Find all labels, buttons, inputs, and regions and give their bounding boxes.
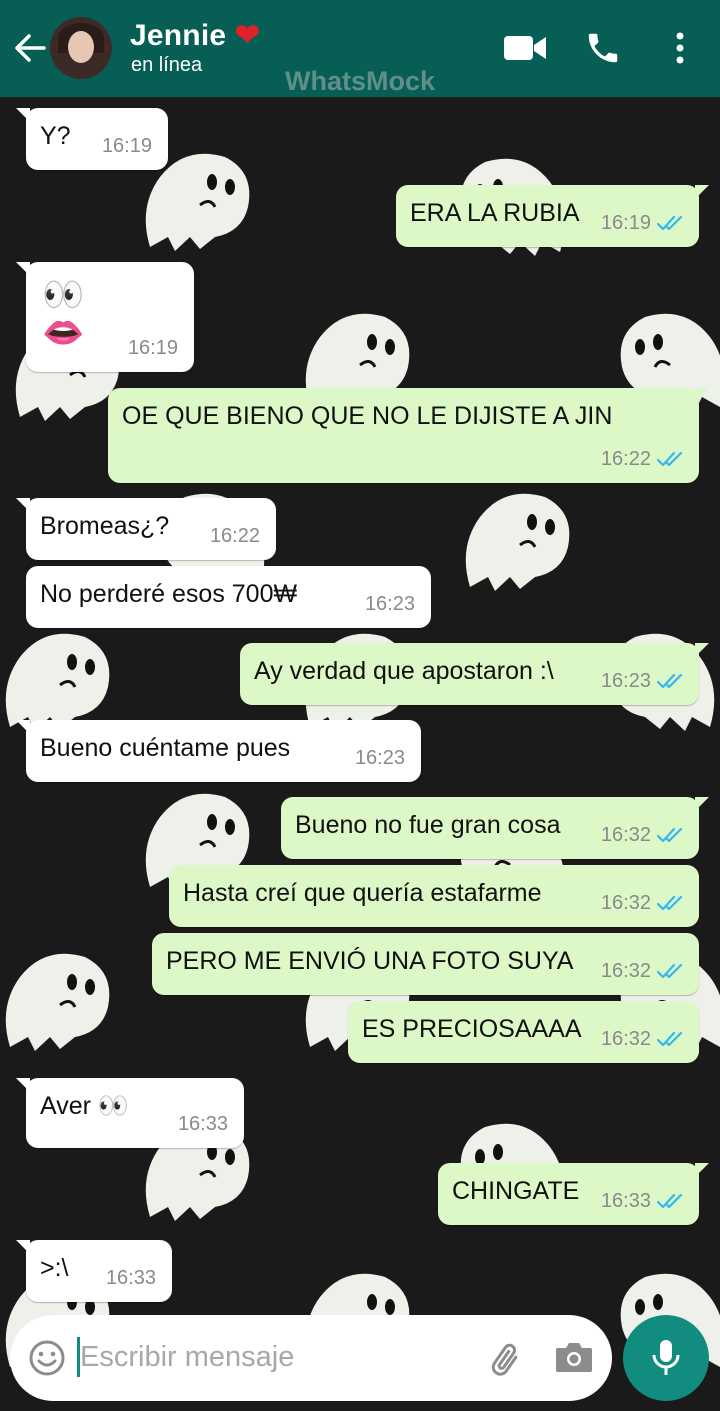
- read-receipt-icon: [657, 451, 683, 467]
- message-text: ES PRECIOSAAAA: [362, 1015, 582, 1043]
- read-receipt-icon: [657, 895, 683, 911]
- message-text: CHINGATE: [452, 1177, 580, 1205]
- ghost-pattern-icon: [5, 953, 110, 1051]
- bubble-tail: [695, 1163, 709, 1177]
- bubble-tail: [695, 388, 709, 402]
- outgoing-message[interactable]: Bueno no fue gran cosa 16:32: [281, 797, 709, 859]
- bubble-tail: [16, 1078, 30, 1092]
- contact-name[interactable]: Jennie ❤: [130, 18, 260, 53]
- outgoing-message[interactable]: CHINGATE 16:33: [438, 1163, 709, 1225]
- ghost-pattern-icon: [465, 493, 570, 591]
- emoji-icon[interactable]: [28, 1339, 66, 1377]
- read-receipt-icon: [657, 215, 683, 231]
- incoming-message[interactable]: No perderé esos 700₩ 16:23: [26, 566, 431, 628]
- message-text: PERO ME ENVIÓ UNA FOTO SUYA: [166, 947, 574, 975]
- more-options-icon[interactable]: [674, 32, 686, 64]
- message-input-bar: Escribir mensaje: [10, 1315, 612, 1401]
- outgoing-message[interactable]: Ay verdad que apostaron :\ 16:23: [240, 643, 709, 705]
- incoming-message[interactable]: 👀 👄 16:19: [16, 262, 194, 372]
- message-time: 16:19: [127, 337, 178, 359]
- bubble-tail: [695, 643, 709, 657]
- message-text: ERA LA RUBIA: [410, 199, 580, 227]
- message-time: 16:33: [600, 1190, 651, 1212]
- microphone-button[interactable]: [623, 1315, 709, 1401]
- microphone-icon: [652, 1340, 680, 1375]
- incoming-message[interactable]: Aver 👀 16:33: [16, 1078, 244, 1148]
- contact-name-text: Jennie: [130, 19, 227, 52]
- contact-status: en línea: [131, 54, 203, 76]
- message-time: 16:32: [600, 1028, 651, 1050]
- message-time: 16:23: [600, 670, 651, 692]
- message-time: 16:23: [364, 593, 415, 615]
- outgoing-message[interactable]: OE QUE BIENO QUE NO LE DIJISTE A JIN 16:2…: [108, 388, 709, 483]
- message-text: Y?: [40, 122, 71, 150]
- read-receipt-icon: [657, 827, 683, 843]
- bubble-tail: [16, 262, 30, 276]
- watermark: WhatsMock: [285, 66, 436, 96]
- message-time: 16:32: [600, 892, 651, 914]
- message-time: 16:23: [354, 747, 405, 769]
- outgoing-message[interactable]: Hasta creí que quería estafarme 16:32: [169, 865, 699, 927]
- message-time: 16:33: [105, 1267, 156, 1289]
- outgoing-message[interactable]: ES PRECIOSAAAA 16:32: [348, 1001, 699, 1063]
- message-time: 16:32: [600, 824, 651, 846]
- bubble-tail: [16, 1240, 30, 1254]
- bubble-tail: [16, 108, 30, 122]
- contact-avatar[interactable]: [50, 17, 112, 79]
- camera-icon[interactable]: [554, 1339, 594, 1375]
- incoming-message[interactable]: Y? 16:19: [16, 108, 168, 170]
- message-input[interactable]: Escribir mensaje: [80, 1341, 294, 1374]
- read-receipt-icon: [657, 1193, 683, 1209]
- message-time: 16:19: [101, 135, 152, 157]
- ghost-pattern-icon: [5, 633, 110, 731]
- outgoing-message[interactable]: ERA LA RUBIA 16:19: [396, 185, 709, 247]
- incoming-message[interactable]: Bromeas¿? 16:22: [16, 498, 276, 560]
- message-time: 16:32: [600, 960, 651, 982]
- message-time: 16:19: [600, 212, 651, 234]
- incoming-message[interactable]: >:\ 16:33: [16, 1240, 172, 1302]
- read-receipt-icon: [657, 1031, 683, 1047]
- outgoing-message[interactable]: PERO ME ENVIÓ UNA FOTO SUYA 16:32: [152, 933, 699, 995]
- back-arrow-icon[interactable]: [12, 28, 48, 68]
- message-text: Aver 👀: [40, 1092, 130, 1120]
- message-text: Bueno cuéntame pues: [40, 734, 291, 762]
- bubble-tail: [16, 720, 30, 734]
- message-text: Bueno no fue gran cosa: [295, 811, 561, 839]
- incoming-message[interactable]: Bueno cuéntame pues 16:23: [16, 720, 421, 782]
- message-text: No perderé esos 700₩: [40, 580, 298, 608]
- read-receipt-icon: [657, 963, 683, 979]
- message-time: 16:22: [209, 525, 260, 547]
- chat-header: Jennie ❤ en línea WhatsMock: [0, 0, 720, 97]
- message-text: Ay verdad que apostaron :\: [254, 657, 554, 685]
- message-time: 16:22: [600, 448, 651, 470]
- message-text: OE QUE BIENO QUE NO LE DIJISTE A JIN: [122, 402, 613, 430]
- phone-icon[interactable]: [584, 29, 622, 67]
- bubble-tail: [695, 185, 709, 199]
- heart-icon: ❤: [234, 19, 261, 52]
- message-text: Bromeas¿?: [40, 512, 170, 540]
- bubble-tail: [695, 797, 709, 811]
- message-text: >:\: [40, 1254, 69, 1282]
- read-receipt-icon: [657, 673, 683, 689]
- message-time: 16:33: [177, 1113, 228, 1135]
- video-call-icon[interactable]: [503, 33, 547, 63]
- message-text: Hasta creí que quería estafarme: [183, 879, 542, 907]
- message-text: 👀 👄: [42, 276, 85, 352]
- bubble-tail: [16, 498, 30, 512]
- attach-icon[interactable]: [486, 1339, 526, 1379]
